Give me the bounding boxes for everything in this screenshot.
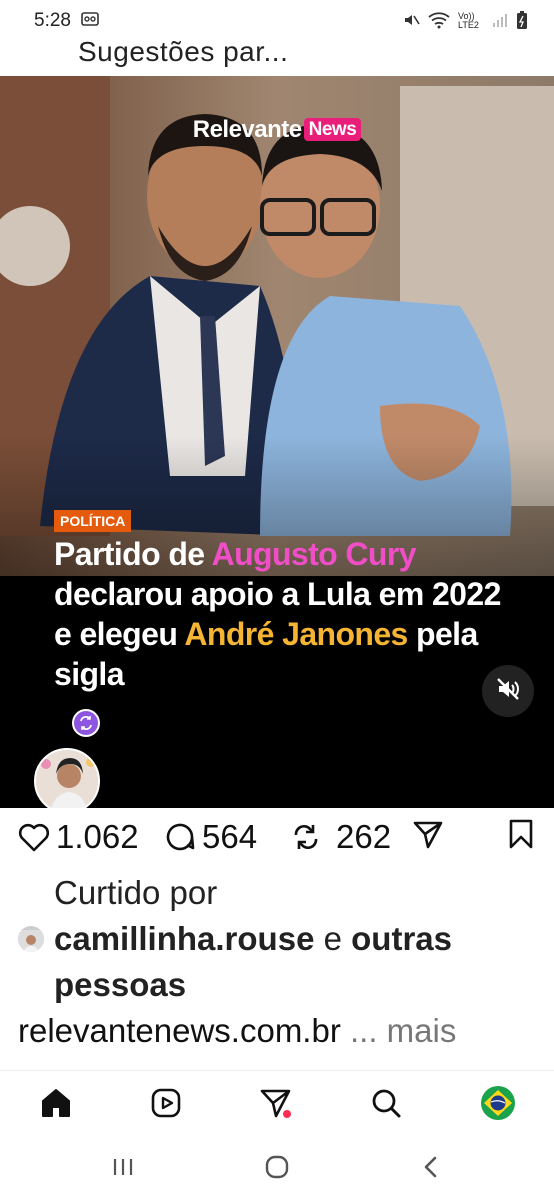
battery-icon xyxy=(516,10,528,33)
page-title: Sugestões par... xyxy=(78,36,289,67)
repost-count: 262 xyxy=(336,818,392,855)
author-avatar[interactable] xyxy=(34,748,100,808)
repost-button[interactable]: 262 xyxy=(290,818,391,856)
liked-by-label: Curtido por xyxy=(54,874,218,911)
profile-avatar xyxy=(480,1085,516,1126)
wifi-icon xyxy=(428,11,450,32)
nav-reels[interactable] xyxy=(148,1087,184,1123)
recent-apps-button[interactable] xyxy=(108,1154,138,1184)
liked-by-line[interactable]: camillinha.rouse e outras xyxy=(18,920,452,958)
direct-icon xyxy=(259,1086,293,1125)
post-media[interactable]: Relevante News POLÍTICA Partido de August… xyxy=(0,76,554,808)
recent-apps-icon xyxy=(111,1157,135,1182)
back-button[interactable] xyxy=(416,1154,446,1184)
mute-status-icon xyxy=(402,11,420,32)
save-button[interactable] xyxy=(508,818,534,850)
liked-by-others[interactable]: outras xyxy=(351,920,452,957)
liked-by-others-continued[interactable]: pessoas xyxy=(54,966,186,1004)
post-photo xyxy=(0,76,554,808)
speaker-muted-icon xyxy=(495,676,521,707)
share-button[interactable] xyxy=(412,818,444,850)
heart-icon xyxy=(18,822,50,852)
repost-icon xyxy=(290,821,322,853)
brand-logo: Relevante News xyxy=(0,116,554,144)
voicemail-icon xyxy=(81,10,99,32)
send-icon xyxy=(412,818,444,850)
liker-avatar xyxy=(18,926,44,952)
comment-icon xyxy=(164,821,196,853)
nav-search[interactable] xyxy=(368,1087,404,1123)
nav-home[interactable] xyxy=(38,1087,74,1123)
home-circle-icon xyxy=(264,1154,290,1185)
comment-count: 564 xyxy=(202,818,258,855)
comment-button[interactable]: 564 xyxy=(164,818,257,856)
liker-username[interactable]: camillinha.rouse xyxy=(54,920,314,957)
category-tag: POLÍTICA xyxy=(54,510,132,532)
home-icon xyxy=(39,1086,73,1125)
home-system-button[interactable] xyxy=(262,1154,292,1184)
post-actions: 1.062 564 262 xyxy=(0,818,554,862)
caption-text: relevantenews.com.br xyxy=(18,1012,341,1049)
signal-icon xyxy=(492,12,508,31)
reels-icon xyxy=(150,1087,182,1124)
system-nav-bar xyxy=(0,1138,554,1200)
nav-direct[interactable] xyxy=(258,1087,294,1123)
nav-profile[interactable] xyxy=(480,1085,516,1126)
post-caption[interactable]: relevantenews.com.br ... mais xyxy=(18,1012,456,1050)
bottom-nav xyxy=(0,1070,554,1138)
network-label: Vo)) LTE2 xyxy=(458,11,479,30)
post-headline: Partido de Augusto Cury declarou apoio a… xyxy=(54,536,501,692)
like-button[interactable]: 1.062 xyxy=(18,818,139,856)
search-icon xyxy=(370,1087,402,1124)
repost-badge-icon xyxy=(72,709,100,737)
back-chevron-icon xyxy=(421,1155,441,1184)
bookmark-icon xyxy=(508,818,534,850)
mute-toggle-button[interactable] xyxy=(482,665,534,717)
like-count: 1.062 xyxy=(56,818,139,855)
status-time: 5:28 xyxy=(34,10,71,31)
caption-more-link[interactable]: ... mais xyxy=(341,1012,456,1049)
